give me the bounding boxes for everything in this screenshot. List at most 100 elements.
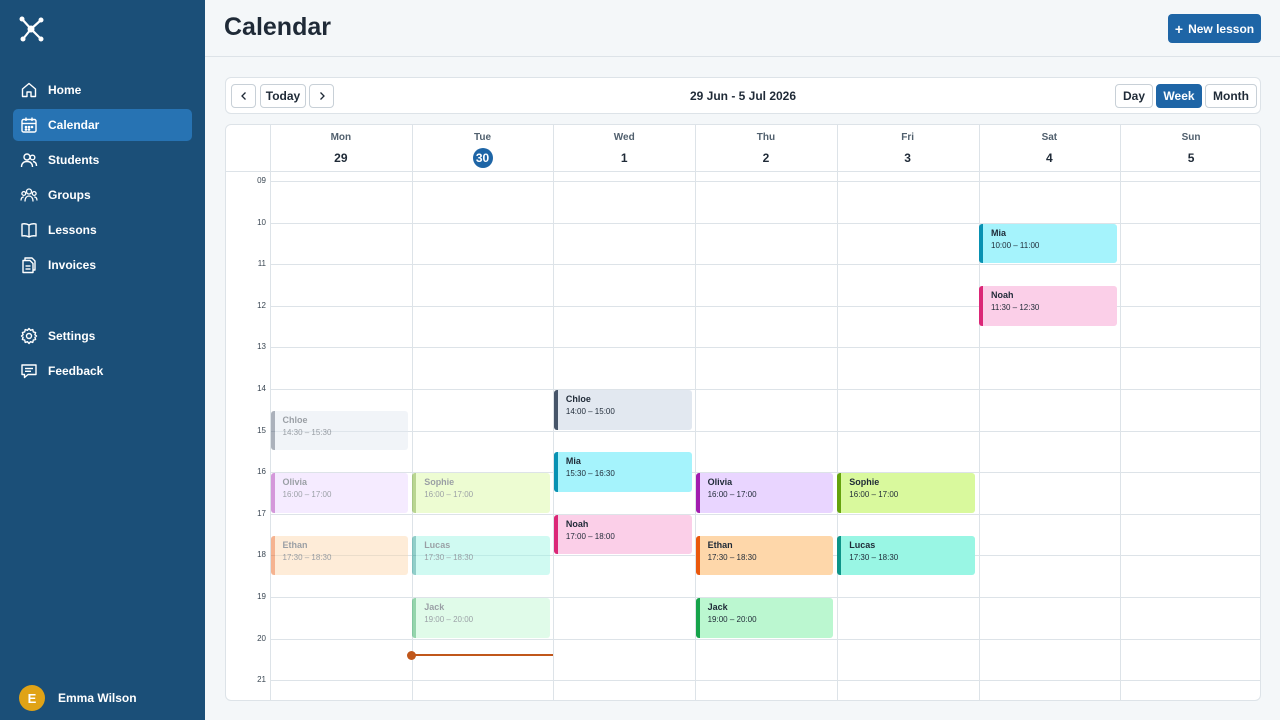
- lesson-event[interactable]: Noah 17:00 – 18:00: [553, 514, 692, 555]
- lesson-student-name: Jack: [424, 602, 445, 612]
- lesson-student-name: Chloe: [282, 414, 308, 425]
- new-lesson-button[interactable]: + New lesson: [1168, 14, 1261, 43]
- lesson-time: 17:00 – 18:00: [565, 531, 615, 541]
- feedback-icon: [21, 364, 37, 379]
- hour-label: 12: [257, 300, 266, 310]
- lesson-event[interactable]: Olivia 16:00 – 17:00: [270, 473, 409, 513]
- plus-icon: +: [1174, 20, 1184, 37]
- lesson-event[interactable]: Jack 19:00 – 20:00: [412, 598, 550, 638]
- sidebar-item-students[interactable]: Students: [13, 144, 192, 176]
- sidebar-item-settings[interactable]: Settings: [13, 320, 192, 352]
- prev-week-button[interactable]: [231, 84, 256, 108]
- next-week-button[interactable]: [309, 84, 334, 108]
- day-header-sun[interactable]: Sun 5: [1120, 125, 1260, 171]
- lesson-student-name: Mia: [565, 456, 581, 467]
- hour-label: 11: [257, 259, 266, 269]
- gear-icon: [20, 327, 38, 345]
- lesson-event[interactable]: Lucas 17:30 – 18:30: [837, 535, 975, 576]
- hour-label: 10: [257, 217, 266, 227]
- view-day-button[interactable]: Day: [1115, 84, 1153, 108]
- lesson-event[interactable]: Olivia 16:00 – 17:00: [695, 473, 834, 513]
- sidebar-item-invoices[interactable]: Invoices: [13, 249, 192, 281]
- lesson-student-name: Sophie: [424, 477, 455, 488]
- day-header-sat[interactable]: Sat 4: [979, 125, 1121, 171]
- sidebar-item-home[interactable]: Home: [13, 74, 192, 106]
- lesson-time: 19:00 – 20:00: [424, 615, 474, 624]
- lesson-event[interactable]: Ethan 17:30 – 18:30: [270, 535, 409, 576]
- sidebar-item-calendar[interactable]: Calendar: [13, 109, 192, 141]
- sidebar-item-lessons[interactable]: Lessons: [13, 214, 192, 246]
- view-month-button[interactable]: Month: [1205, 84, 1257, 108]
- sidebar-item-groups[interactable]: Groups: [13, 179, 192, 211]
- day-name: Fri: [901, 132, 915, 143]
- lesson-event[interactable]: Ethan 17:30 – 18:30: [695, 535, 834, 576]
- hour-label: 15: [257, 425, 266, 435]
- sidebar-item-label: Students: [48, 153, 100, 167]
- day-header-mon[interactable]: Mon 29: [270, 125, 412, 171]
- lesson-student-name: Jack: [707, 602, 728, 612]
- students-icon: [20, 153, 38, 168]
- lesson-event[interactable]: Chloe 14:30 – 15:30: [270, 410, 409, 451]
- lesson-event[interactable]: Chloe 14:00 – 15:00: [553, 390, 692, 430]
- day-name: Tue: [474, 132, 492, 143]
- sidebar-item-feedback[interactable]: Feedback: [13, 355, 192, 387]
- hour-gridline: [270, 430, 1260, 432]
- lesson-event[interactable]: Sophie 16:00 – 17:00: [412, 473, 550, 513]
- lesson-student-name: Sophie: [849, 477, 880, 488]
- hour-label: 21: [257, 675, 266, 685]
- lesson-student-name: Ethan: [282, 539, 308, 550]
- day-number: 2: [762, 151, 770, 165]
- lesson-time: 16:00 – 17:00: [282, 490, 332, 500]
- calendar-icon: [21, 117, 37, 133]
- lesson-student-name: Mia: [991, 227, 1007, 238]
- user-profile[interactable]: E Emma Wilson: [19, 685, 137, 711]
- hour-gridline: [270, 638, 1260, 640]
- view-week-button[interactable]: Week: [1156, 84, 1202, 108]
- calendar-toolbar: 29 Jun - 5 Jul 2026 Today Day Week Month: [225, 77, 1261, 114]
- lesson-time: 17:30 – 18:30: [282, 552, 332, 562]
- week-calendar-grid: 09 10 11 12 13 14 15 16 17 18 19 20 21 Mon 29 Tue 30 Wed 1…: [225, 124, 1261, 701]
- hour-label: 20: [257, 633, 266, 643]
- book-icon: [21, 223, 37, 238]
- lesson-student-name: Noah: [991, 290, 1014, 300]
- lesson-time: 14:30 – 15:30: [282, 427, 332, 437]
- today-button[interactable]: Today: [260, 84, 306, 108]
- hour-label: 17: [257, 508, 266, 518]
- lesson-time: 17:30 – 18:30: [849, 552, 899, 562]
- lesson-event[interactable]: Noah 11:30 – 12:30: [979, 286, 1117, 326]
- day-number: 4: [1046, 151, 1053, 165]
- app-logo-icon[interactable]: [18, 15, 46, 43]
- lesson-event[interactable]: Jack 19:00 – 20:00: [695, 598, 834, 638]
- day-number: 1: [620, 151, 628, 165]
- sidebar: Home Calendar Students Groups Lessons In…: [0, 0, 205, 720]
- day-header-fri[interactable]: Fri 3: [837, 125, 979, 171]
- hour-gridline: [270, 347, 1260, 349]
- lesson-student-name: Lucas: [849, 539, 876, 550]
- day-header-thu[interactable]: Thu 2: [695, 125, 837, 171]
- day-name: Sat: [1041, 132, 1058, 143]
- hour-gridline: [270, 680, 1260, 682]
- day-name: Sun: [1181, 132, 1201, 143]
- today-date-badge: 30: [472, 148, 493, 168]
- day-column-divider: [836, 125, 838, 700]
- day-number: 29: [334, 151, 348, 165]
- day-header-wed[interactable]: Wed 1: [553, 125, 695, 171]
- hour-gridline: [270, 513, 1260, 515]
- lesson-time: 17:30 – 18:30: [424, 552, 474, 562]
- day-header-tue[interactable]: Tue 30: [412, 125, 554, 171]
- day-name: Wed: [613, 132, 635, 143]
- lesson-student-name: Chloe: [565, 394, 591, 404]
- groups-icon: [20, 188, 38, 202]
- page-header: Calendar + New lesson: [205, 0, 1280, 57]
- header-divider: [226, 171, 1260, 172]
- day-column-divider: [1120, 125, 1122, 700]
- lesson-event[interactable]: Mia 10:00 – 11:00: [979, 223, 1117, 264]
- sidebar-item-label: Invoices: [48, 258, 97, 272]
- hour-gridline: [270, 389, 1260, 390]
- lesson-event[interactable]: Lucas 17:30 – 18:30: [412, 535, 550, 576]
- lesson-event[interactable]: Sophie 16:00 – 17:00: [837, 473, 975, 513]
- hour-label: 09: [257, 176, 266, 185]
- lesson-event[interactable]: Mia 15:30 – 16:30: [553, 452, 692, 492]
- lesson-student-name: Noah: [565, 518, 589, 529]
- day-number: 5: [1187, 151, 1195, 165]
